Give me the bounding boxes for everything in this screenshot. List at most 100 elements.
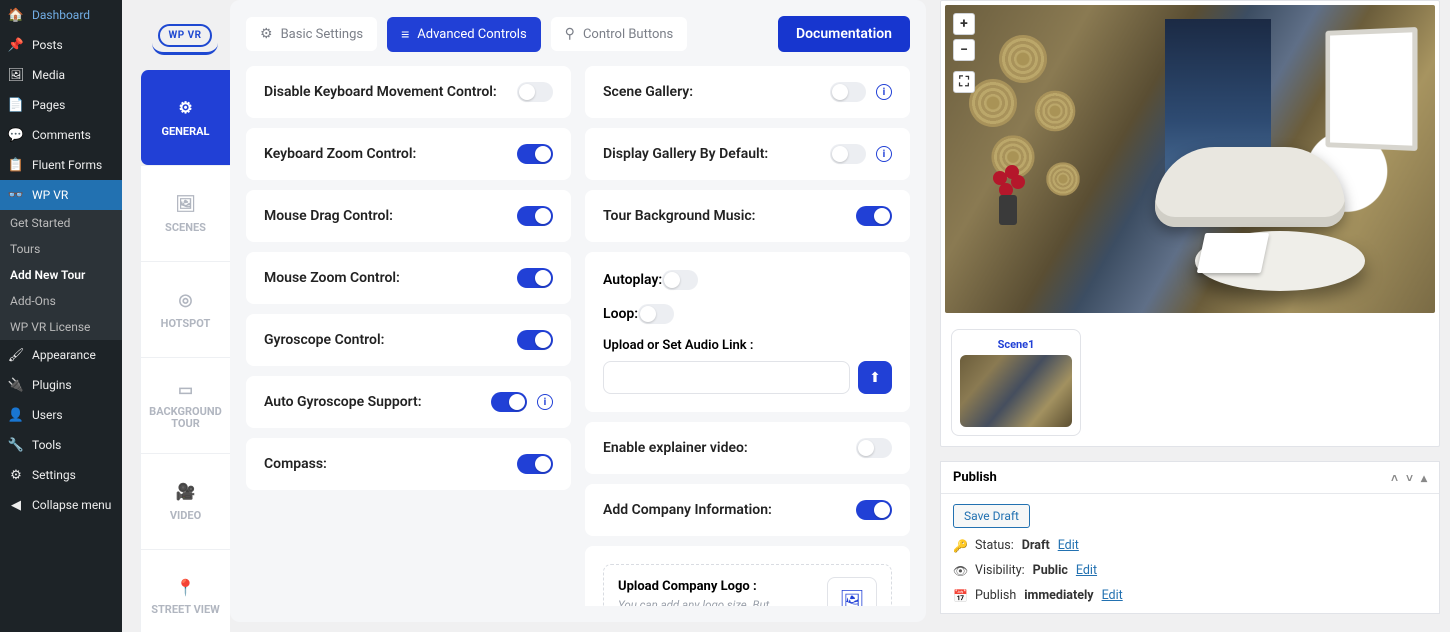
menu-appearance[interactable]: 🖌Appearance xyxy=(0,340,122,370)
toggle-gyroscope[interactable] xyxy=(517,330,553,350)
tab-video[interactable]: 🎥VIDEO xyxy=(140,454,230,550)
save-draft-button[interactable]: Save Draft xyxy=(953,504,1030,528)
tab-control-buttons[interactable]: ⚲Control Buttons xyxy=(551,17,688,51)
tab-general[interactable]: ⚙GENERAL xyxy=(140,70,230,166)
sub-get-started[interactable]: Get Started xyxy=(0,210,122,236)
tab-scenes[interactable]: 🖼SCENES xyxy=(140,166,230,262)
toggle-explainer[interactable] xyxy=(856,438,892,458)
calendar-icon: 📅 xyxy=(953,589,967,603)
settings-col-left: Disable Keyboard Movement Control: Keybo… xyxy=(246,66,571,606)
status-value: Draft xyxy=(1022,538,1050,553)
visibility-edit[interactable]: Edit xyxy=(1076,563,1097,578)
section-tabs: ⚙GENERAL 🖼SCENES ◎HOTSPOT ▭BACKGROUND TO… xyxy=(140,70,230,632)
menu-pages[interactable]: 📄Pages xyxy=(0,90,122,120)
documentation-button[interactable]: Documentation xyxy=(778,16,910,52)
schedule-edit[interactable]: Edit xyxy=(1102,588,1123,603)
menu-fluent-forms[interactable]: 📋Fluent Forms xyxy=(0,150,122,180)
right-sidebar: + − ⛶ Scene1 Publish ˄ ˅ ▴ xyxy=(940,0,1440,622)
tab-label: Basic Settings xyxy=(281,27,364,42)
visibility-value: Public xyxy=(1033,563,1068,578)
menu-dashboard[interactable]: 🏠Dashboard xyxy=(0,0,122,30)
upload-audio-button[interactable]: ⬆ xyxy=(858,361,892,394)
brush-icon: 🖌 xyxy=(8,347,24,363)
tab-label: Advanced Controls xyxy=(417,27,526,42)
setting-label: Mouse Zoom Control: xyxy=(264,270,400,286)
info-icon[interactable]: i xyxy=(876,146,892,162)
toggle-mouse-zoom[interactable] xyxy=(517,268,553,288)
tab-hotspot[interactable]: ◎HOTSPOT xyxy=(140,262,230,358)
menu-settings[interactable]: ⚙Settings xyxy=(0,460,122,490)
upload-audio-label: Upload or Set Audio Link : xyxy=(603,338,892,353)
image-upload-icon: 🖼 xyxy=(839,588,864,606)
menu-media[interactable]: 🖼Media xyxy=(0,60,122,90)
upload-logo-button[interactable]: 🖼 xyxy=(827,577,877,606)
audio-link-input[interactable] xyxy=(603,361,850,394)
gear-icon: ⚙ xyxy=(8,467,24,483)
panel-toggle-icon[interactable]: ▴ xyxy=(1421,471,1427,485)
scene-thumbnail[interactable]: Scene1 xyxy=(951,329,1081,436)
wpvr-logo: WP VR xyxy=(140,0,230,70)
toggle-autoplay[interactable] xyxy=(662,270,698,290)
toggle-mouse-drag[interactable] xyxy=(517,206,553,226)
info-icon[interactable]: i xyxy=(537,394,553,410)
publish-title: Publish xyxy=(953,470,997,485)
menu-tools[interactable]: 🔧Tools xyxy=(0,430,122,460)
toggle-auto-gyroscope[interactable] xyxy=(491,392,527,412)
music-options: Autoplay: Loop: Upload or Set Audio Link… xyxy=(585,252,910,412)
editor-column: WP VR ⚙GENERAL 🖼SCENES ◎HOTSPOT ▭BACKGRO… xyxy=(140,0,926,622)
row-tour-music: Tour Background Music: xyxy=(585,190,910,242)
menu-label: Plugins xyxy=(32,378,72,392)
toggle-disable-keyboard-movement[interactable] xyxy=(517,82,553,102)
tab-advanced-controls[interactable]: ≡Advanced Controls xyxy=(387,17,541,52)
menu-posts[interactable]: 📌Posts xyxy=(0,30,122,60)
menu-label: Tools xyxy=(32,438,61,452)
toggle-compass[interactable] xyxy=(517,454,553,474)
status-edit[interactable]: Edit xyxy=(1058,538,1079,553)
zoom-in-button[interactable]: + xyxy=(953,13,975,35)
menu-comments[interactable]: 💬Comments xyxy=(0,120,122,150)
row-display-gallery: Display Gallery By Default:i xyxy=(585,128,910,180)
panel-down-icon[interactable]: ˅ xyxy=(1406,471,1413,485)
menu-label: Comments xyxy=(32,128,91,142)
zoom-out-button[interactable]: − xyxy=(953,39,975,61)
sub-addons[interactable]: Add-Ons xyxy=(0,288,122,314)
schedule-value: immediately xyxy=(1024,588,1093,603)
sub-add-new-tour[interactable]: Add New Tour xyxy=(0,262,122,288)
toggle-tour-music[interactable] xyxy=(856,206,892,226)
vr-preview[interactable]: + − ⛶ xyxy=(945,5,1435,313)
media-icon: 🖼 xyxy=(8,67,24,83)
toggle-display-gallery[interactable] xyxy=(830,144,866,164)
menu-collapse[interactable]: ◀Collapse menu xyxy=(0,490,122,520)
toggle-scene-gallery[interactable] xyxy=(830,82,866,102)
gear-icon: ⚙ xyxy=(178,98,192,117)
scene-thumb-image xyxy=(960,355,1072,427)
settings-col-right: Scene Gallery:i Display Gallery By Defau… xyxy=(585,66,910,606)
user-icon: 👤 xyxy=(8,407,24,423)
submenu-wpvr: Get Started Tours Add New Tour Add-Ons W… xyxy=(0,210,122,340)
pin-icon: 📍 xyxy=(176,579,196,597)
toggle-keyboard-zoom[interactable] xyxy=(517,144,553,164)
menu-label: WP VR xyxy=(32,188,68,202)
music-loop-label: Loop: xyxy=(603,306,638,322)
menu-plugins[interactable]: 🔌Plugins xyxy=(0,370,122,400)
wp-admin-sidebar: 🏠Dashboard 📌Posts 🖼Media 📄Pages 💬Comment… xyxy=(0,0,122,632)
visibility-line: 👁 Visibility: Public Edit xyxy=(953,563,1427,578)
menu-users[interactable]: 👤Users xyxy=(0,400,122,430)
info-icon[interactable]: i xyxy=(876,84,892,100)
company-upload-title: Upload Company Logo : xyxy=(618,579,811,594)
pages-icon: 📄 xyxy=(8,97,24,113)
music-autoplay-label: Autoplay: xyxy=(603,272,662,288)
toggle-company-info[interactable] xyxy=(856,500,892,520)
key-icon: 🔑 xyxy=(953,539,967,553)
tab-background-tour[interactable]: ▭BACKGROUND TOUR xyxy=(140,358,230,454)
tab-street-view[interactable]: 📍STREET VIEW xyxy=(140,550,230,632)
sub-license[interactable]: WP VR License xyxy=(0,314,122,340)
fullscreen-button[interactable]: ⛶ xyxy=(953,71,975,93)
panel-up-icon[interactable]: ˄ xyxy=(1391,471,1398,485)
menu-wpvr[interactable]: 👓WP VR xyxy=(0,180,122,210)
status-prefix: Status: xyxy=(975,538,1014,553)
pin-icon: 📌 xyxy=(8,37,24,53)
toggle-loop[interactable] xyxy=(638,304,674,324)
tab-basic-settings[interactable]: ⚙Basic Settings xyxy=(246,17,377,51)
sub-tours[interactable]: Tours xyxy=(0,236,122,262)
